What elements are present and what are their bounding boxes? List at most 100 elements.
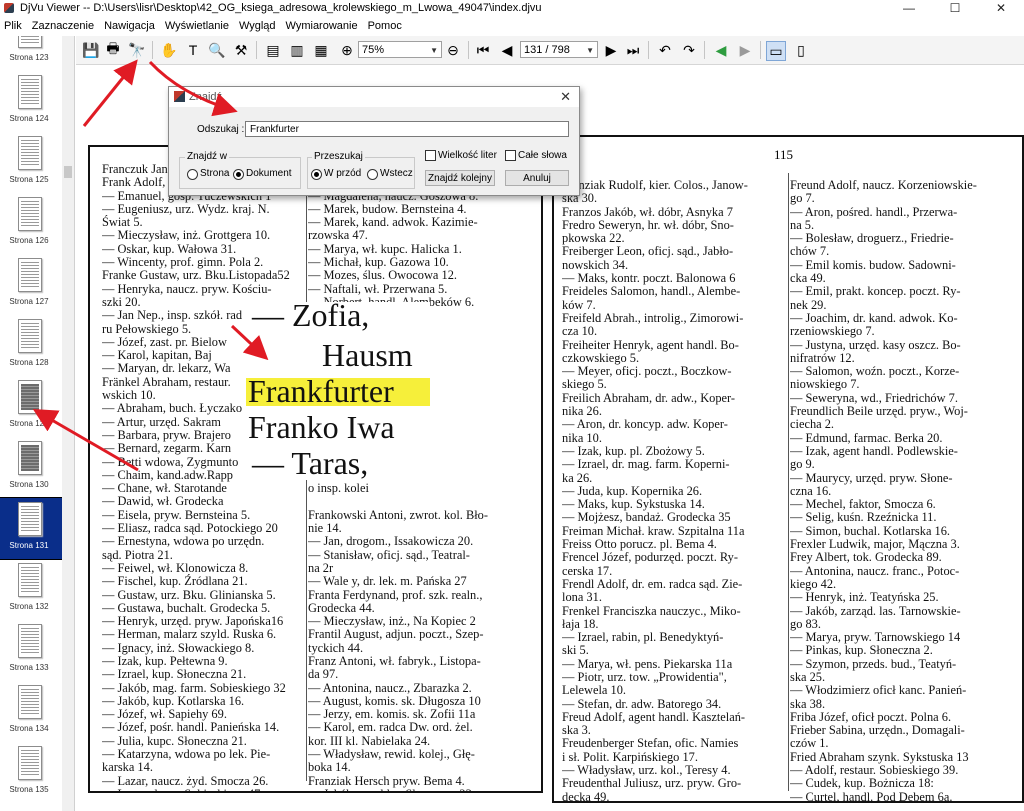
document-text-line: — Eugeniusz, urz. Wydz. kraj. N. xyxy=(102,201,270,216)
first-page-icon[interactable]: ⏮ xyxy=(474,41,492,59)
thumbnail-page[interactable]: Strona 123 xyxy=(0,36,62,71)
fit-page-icon[interactable]: ▤ xyxy=(264,41,282,59)
back-icon[interactable]: ◀ xyxy=(712,41,730,59)
document-text-line: — Ernestyna, wdowa po urzędn. xyxy=(102,534,265,549)
menu-measure[interactable]: Wymiarowanie xyxy=(281,20,363,32)
document-text-line: Fried Abraham szynk. Sykstuska 13 xyxy=(790,749,969,764)
zoom-line: Hausm xyxy=(322,337,413,373)
document-text-line: i sł. Polit. Karpińskiego 17. xyxy=(562,749,698,764)
scope-document-radio[interactable] xyxy=(233,169,244,180)
find-binoculars-icon[interactable]: 🔭 xyxy=(128,41,146,59)
document-text-line: ska 3. xyxy=(562,723,591,738)
thumbnail-page[interactable]: Strona 127 xyxy=(0,254,62,315)
document-text-line: Freideles Salomon, handl., Alembe- xyxy=(562,284,741,299)
window-title: DjVu Viewer -- D:\Users\lisr\Desktop\42_… xyxy=(20,2,542,14)
menu-file[interactable]: Plik xyxy=(0,20,27,32)
forward-icon[interactable]: ▶ xyxy=(736,41,754,59)
rotate-left-icon[interactable]: ↶ xyxy=(656,41,674,59)
thumbnail-image xyxy=(18,685,42,719)
thumbnail-page[interactable]: Strona 126 xyxy=(0,193,62,254)
page-select[interactable]: 131 / 798 ▼ xyxy=(520,41,598,58)
thumbnail-page[interactable]: Strona 132 xyxy=(0,559,62,620)
menu-navigation[interactable]: Nawigacja xyxy=(99,20,160,32)
document-text-line: rzeniowskiego 7. xyxy=(790,324,875,339)
print-icon[interactable]: 🖶 xyxy=(104,40,122,59)
text-select-icon[interactable]: T xyxy=(184,41,202,59)
zoom-tool-icon[interactable]: 🔍 xyxy=(208,41,226,59)
match-case-checkbox[interactable] xyxy=(425,150,436,161)
document-text-line: — Gustawa, buchalt. Grodecka 5. xyxy=(102,600,271,615)
scope-page-radio[interactable] xyxy=(187,169,198,180)
sidebar-scrollbar[interactable] xyxy=(62,36,75,811)
thumbnail-page[interactable]: Strona 129 xyxy=(0,376,62,437)
page-select-value: 131 / 798 xyxy=(524,44,570,56)
zoom-select[interactable]: 75% ▼ xyxy=(358,41,442,58)
document-text-line: Friba Józef, oficł poczt. Polna 6. xyxy=(790,709,952,724)
cancel-button[interactable]: Anuluj xyxy=(505,170,569,186)
actual-size-icon[interactable]: ▦ xyxy=(312,41,330,59)
document-text-line: — Seweryna, wd., Friedrichów 7. xyxy=(790,390,958,405)
document-text-line: — Józef, wł. Sapiehy 69. xyxy=(102,707,227,722)
document-text-line: — Marya, wł. pens. Piekarska 11a xyxy=(562,656,733,671)
minimize-button[interactable]: — xyxy=(886,0,932,16)
rotate-right-icon[interactable]: ↷ xyxy=(680,41,698,59)
thumbnail-image xyxy=(18,258,42,292)
thumbnail-page[interactable]: Strona 128 xyxy=(0,315,62,376)
page-right: 115 Franziak Rudolf, kier. Colos., Janow… xyxy=(552,135,1024,803)
whole-word-checkbox[interactable] xyxy=(505,150,516,161)
fit-width-icon[interactable]: ▥ xyxy=(288,41,306,59)
toolbar-separator xyxy=(760,41,761,59)
direction-forward-radio[interactable] xyxy=(311,169,322,180)
document-text-line: ski 5. xyxy=(562,643,589,658)
document-text-line: — Karol, em. radca Dw. ord. żel. xyxy=(308,720,473,735)
hand-tool-icon[interactable]: ✋ xyxy=(160,41,178,59)
document-text-line: — August, komis. sk. Długosza 10 xyxy=(308,693,481,708)
thumbnail-page[interactable]: Strona 125 xyxy=(0,132,62,193)
document-text-line: go 7. xyxy=(790,191,815,206)
thumbnail-label: Strona 124 xyxy=(9,114,49,123)
search-input[interactable]: Frankfurter xyxy=(245,121,569,137)
region-select-icon[interactable]: ⚒ xyxy=(232,41,250,59)
document-text-line: — Wale y, dr. lek. m. Pańska 27 xyxy=(308,574,467,589)
menu-view[interactable]: Wyświetlanie xyxy=(160,20,234,32)
thumbnail-page[interactable]: Strona 124 xyxy=(0,71,62,132)
continuous-icon[interactable]: ▯ xyxy=(792,41,810,59)
document-text-line: — Julia, kupc. Słoneczna 21. xyxy=(102,733,247,748)
menu-appearance[interactable]: Wygląd xyxy=(234,20,281,32)
direction-backward-radio[interactable] xyxy=(367,169,378,180)
thumbnail-page-selected[interactable]: Strona 131 xyxy=(0,497,62,560)
scope-document-label: Dokument xyxy=(246,168,292,179)
thumbnail-page[interactable]: Strona 133 xyxy=(0,620,62,681)
zoom-out-icon[interactable]: ⊖ xyxy=(444,41,462,59)
zoom-in-icon[interactable]: ⊕ xyxy=(338,41,356,59)
document-text-line: — Władysław, rewid. kolej., Głę- xyxy=(308,747,475,762)
document-text-line: Freudenthal Juliusz, urz. pryw. Gro- xyxy=(562,776,742,791)
document-text-line: na 2r xyxy=(308,560,334,575)
last-page-icon[interactable]: ⏭ xyxy=(624,41,642,59)
thumbnail-page[interactable]: Strona 135 xyxy=(0,742,62,803)
close-icon[interactable]: ✕ xyxy=(560,89,571,105)
thumbnail-page[interactable]: Strona 134 xyxy=(0,681,62,742)
menu-help[interactable]: Pomoc xyxy=(363,20,407,32)
maximize-button[interactable]: ☐ xyxy=(932,0,978,16)
single-page-icon[interactable]: ▭ xyxy=(766,41,786,61)
find-next-button[interactable]: Znajdź kolejny xyxy=(425,170,495,186)
next-page-icon[interactable]: ▶ xyxy=(602,41,620,59)
document-text-line: — Michał, kup. Gazowa 10. xyxy=(308,255,449,270)
previous-page-icon[interactable]: ◀ xyxy=(498,41,516,59)
document-text-line: — Naftali, wł. Przerwana 5. xyxy=(308,281,448,296)
document-text-line: Freiman Michał. kraw. Szpitalna 11a xyxy=(562,523,745,538)
thumbnail-page[interactable]: Strona 130 xyxy=(0,437,62,498)
document-text-line: Freiss Otto porucz. pl. Bema 4. xyxy=(562,537,717,552)
document-text-line: Franzos Jakób, wł. dóbr, Asnyka 7 xyxy=(562,204,733,219)
page-number: 115 xyxy=(774,147,794,162)
document-text-line: — Jerzy, em. komis. sk. Zofii 11a xyxy=(308,707,476,722)
save-icon[interactable]: 💾 xyxy=(82,41,100,59)
sidebar-scroll-thumb[interactable] xyxy=(64,166,72,178)
find-dialog-titlebar[interactable]: Znajdź ✕ xyxy=(169,87,579,107)
document-text-line: Freud Adolf, agent handl. Kasztelań- xyxy=(562,709,746,724)
menu-selection[interactable]: Zaznaczenie xyxy=(27,20,99,32)
close-button[interactable]: ✕ xyxy=(978,0,1024,16)
document-text-line: ciecha 2. xyxy=(790,417,835,432)
document-text-line: — Curtel, handl. Pod Dębem 6a. xyxy=(790,789,953,803)
